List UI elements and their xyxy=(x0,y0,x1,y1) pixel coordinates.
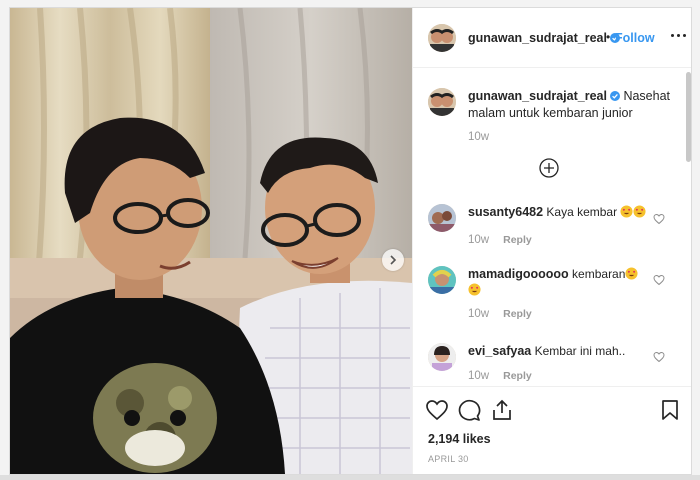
comments-list[interactable]: gunawan_sudrajat_real Nasehat malam untu… xyxy=(413,68,691,386)
comment-meta: 10w Reply xyxy=(468,308,532,320)
comment-meta: 10w Reply xyxy=(468,234,532,246)
caption-timestamp[interactable]: 10w xyxy=(468,131,489,143)
post-actions-bar: 2,194 likes APRIL 30 xyxy=(413,386,691,474)
save-bookmark-icon[interactable] xyxy=(658,398,682,422)
comment-username[interactable]: mamadigoooooo xyxy=(468,267,569,281)
reply-button[interactable]: Reply xyxy=(503,234,532,246)
like-icon[interactable] xyxy=(425,398,449,422)
comment-text-block: susanty6482 Kaya kembar xyxy=(468,204,653,220)
post-details-panel: gunawan_sudrajat_real • Follow gunawan_s… xyxy=(412,8,691,474)
comment-avatar[interactable] xyxy=(428,343,456,371)
follow-button[interactable]: Follow xyxy=(615,31,655,45)
comment-text-block: mamadigoooooo kembaran xyxy=(468,266,653,298)
reply-button[interactable]: Reply xyxy=(503,308,532,320)
carousel-next-button[interactable] xyxy=(382,249,404,271)
comment-text: kembaran xyxy=(572,267,626,281)
post-header: gunawan_sudrajat_real • Follow xyxy=(413,8,691,68)
window-bottom-edge xyxy=(0,475,700,480)
comment-avatar[interactable] xyxy=(428,266,456,294)
share-icon[interactable] xyxy=(490,398,514,422)
author-username[interactable]: gunawan_sudrajat_real xyxy=(468,31,620,45)
caption-username[interactable]: gunawan_sudrajat_real xyxy=(468,89,607,103)
comment-timestamp[interactable]: 10w xyxy=(468,308,489,320)
heart-eyes-emoji xyxy=(625,267,638,280)
heart-eyes-emoji xyxy=(633,205,646,218)
comment-text: Kembar ini mah.. xyxy=(534,344,626,358)
verified-badge-icon xyxy=(609,91,620,101)
comment-username[interactable]: susanty6482 xyxy=(468,205,543,219)
post-photo[interactable] xyxy=(10,8,412,474)
heart-icon[interactable] xyxy=(653,351,665,363)
comment-avatar[interactable] xyxy=(428,204,456,232)
comments-scrollbar[interactable] xyxy=(686,72,691,162)
more-options-icon[interactable] xyxy=(671,34,689,38)
author-username-text[interactable]: gunawan_sudrajat_real xyxy=(468,31,607,45)
caption-text-block: gunawan_sudrajat_real Nasehat malam untu… xyxy=(468,88,673,122)
heart-icon[interactable] xyxy=(653,274,665,286)
load-more-comments-icon[interactable] xyxy=(539,158,559,178)
reply-button[interactable]: Reply xyxy=(503,370,532,382)
author-avatar[interactable] xyxy=(428,24,456,52)
post-date[interactable]: APRIL 30 xyxy=(428,454,469,464)
comment-timestamp[interactable]: 10w xyxy=(468,234,489,246)
likes-count[interactable]: 2,194 likes xyxy=(428,432,491,446)
caption-avatar[interactable] xyxy=(428,88,456,116)
comment-timestamp[interactable]: 10w xyxy=(468,370,489,382)
comment-username[interactable]: evi_safyaa xyxy=(468,344,531,358)
heart-eyes-emoji xyxy=(620,205,633,218)
heart-eyes-emoji xyxy=(468,283,481,296)
comment-text: Kaya kembar xyxy=(546,205,618,219)
comment-meta: 10w Reply xyxy=(468,370,532,382)
heart-icon[interactable] xyxy=(653,213,665,225)
comment-text-block: evi_safyaa Kembar ini mah.. xyxy=(468,343,653,359)
comment-icon[interactable] xyxy=(457,398,481,422)
instagram-post-card: gunawan_sudrajat_real • Follow gunawan_s… xyxy=(9,7,692,475)
separator-dot: • xyxy=(606,30,611,44)
photo-illustration xyxy=(10,8,412,474)
carousel-next-icon xyxy=(390,255,397,265)
